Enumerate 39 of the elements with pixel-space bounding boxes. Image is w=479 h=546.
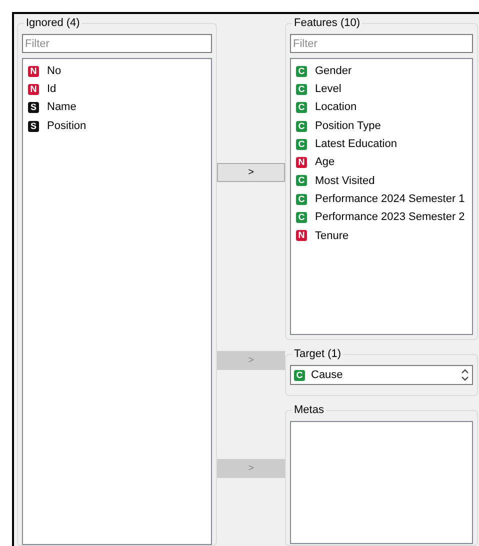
target-dropdown[interactable]: C Cause — [290, 365, 473, 385]
variable-name[interactable]: Tenure — [315, 228, 349, 244]
variable-name[interactable]: No — [47, 62, 62, 80]
variable-name[interactable]: Latest Education — [315, 136, 397, 153]
type-badge-icon: C — [296, 102, 307, 114]
type-badge-icon: S — [28, 102, 39, 114]
type-badge-icon: N — [28, 84, 39, 95]
variable-name[interactable]: Performance 2024 Semester 1 — [315, 190, 465, 208]
type-badge-icon: N — [296, 230, 307, 242]
type-badge-icon: C — [296, 66, 307, 77]
type-badge-icon: S — [28, 120, 39, 132]
group-title: Features (10) — [292, 16, 362, 30]
variable-name[interactable]: Location — [315, 99, 357, 116]
type-badge-icon: C — [296, 194, 307, 205]
type-badge-icon: C — [296, 175, 307, 186]
type-badge-icon: C — [294, 370, 305, 380]
type-badge-icon: C — [296, 120, 307, 132]
variable-name[interactable]: Level — [315, 81, 342, 98]
type-badge-icon: N — [296, 157, 307, 168]
spinner-icon — [461, 369, 469, 381]
variable-name[interactable]: Name — [47, 99, 76, 116]
move-button[interactable]: > — [217, 163, 285, 182]
variable-name[interactable]: Age — [315, 154, 335, 171]
variable-name[interactable]: Id — [47, 81, 56, 98]
group-title: Target (1) — [292, 347, 344, 361]
variable-list[interactable]: N No N Id S Name S Position — [22, 58, 212, 545]
type-badge-icon: C — [296, 138, 307, 150]
variable-name[interactable]: Gender — [315, 62, 352, 80]
filter-field[interactable]: Filter — [290, 34, 473, 53]
variable-name[interactable]: Performance 2023 Semester 2 — [315, 209, 465, 226]
type-badge-icon: N — [28, 66, 39, 77]
type-badge-icon: C — [296, 212, 307, 224]
variable-name[interactable]: Position Type — [315, 118, 381, 134]
group-title: Ignored (4) — [24, 16, 82, 30]
type-badge-icon: C — [296, 84, 307, 95]
variable-name[interactable]: Most Visited — [315, 172, 375, 190]
filter-field[interactable]: Filter — [22, 34, 212, 53]
variable-name[interactable]: Position — [47, 118, 86, 134]
variable-list[interactable]: C Gender C Level C Location C Position Type C Latest Education N Age C Most Visited C Performance 2024 Semester 1 C Performance 2023 Semester 2 N Tenure — [290, 58, 473, 335]
